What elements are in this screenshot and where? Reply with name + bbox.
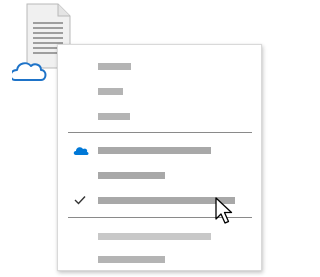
menu-item-onedrive-label xyxy=(98,147,211,154)
context-menu xyxy=(57,44,262,271)
onedrive-cloud-icon xyxy=(73,147,89,155)
menu-item-onedrive[interactable] xyxy=(58,139,261,161)
menu-item-9[interactable] xyxy=(58,248,261,270)
menu-item-3[interactable] xyxy=(58,105,261,127)
cloud-outline-icon xyxy=(12,62,47,81)
mouse-pointer-icon xyxy=(215,197,233,224)
menu-item-8-label xyxy=(98,233,211,240)
menu-item-2-label xyxy=(98,88,123,95)
menu-item-8[interactable] xyxy=(58,225,261,247)
menu-item-5-label xyxy=(98,172,165,179)
menu-item-2[interactable] xyxy=(58,80,261,102)
menu-item-5[interactable] xyxy=(58,164,261,186)
menu-divider xyxy=(68,132,252,133)
menu-item-1-label xyxy=(98,63,131,70)
checkmark-icon xyxy=(74,196,86,205)
menu-item-3-label xyxy=(98,113,130,120)
menu-item-9-label xyxy=(98,256,165,263)
menu-item-1[interactable] xyxy=(58,55,261,77)
